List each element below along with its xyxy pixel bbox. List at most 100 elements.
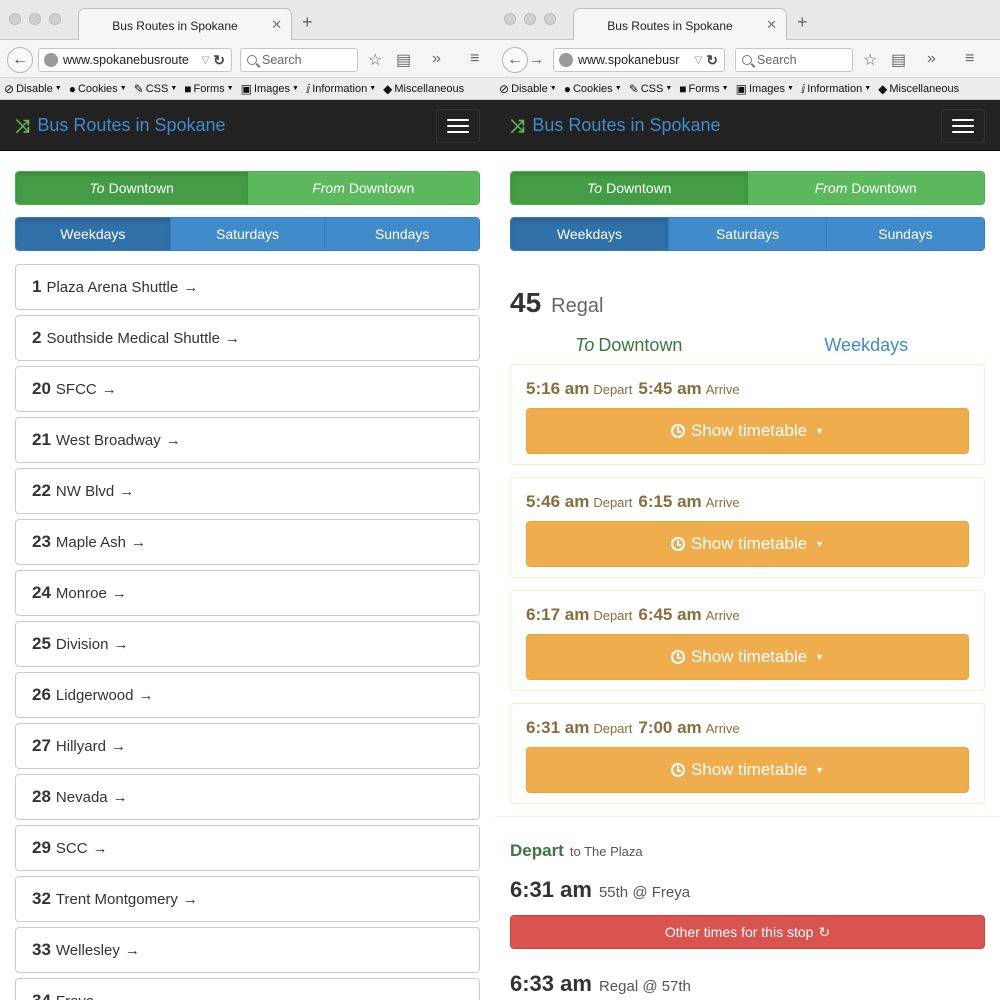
browser-tab[interactable]: Bus Routes in Spokane ✕ bbox=[573, 8, 787, 41]
dev-miscellaneous-menu[interactable]: ◆ Miscellaneous bbox=[383, 82, 464, 96]
menu-icon[interactable]: ≡ bbox=[965, 50, 974, 68]
route-item[interactable]: 33 Wellesley → bbox=[15, 927, 480, 973]
bookmark-star-icon[interactable]: ☆ bbox=[863, 50, 877, 70]
saturdays-button[interactable]: Saturdays bbox=[668, 218, 826, 250]
route-item[interactable]: 24 Monroe → bbox=[15, 570, 480, 616]
minimize-window-button[interactable] bbox=[524, 13, 536, 25]
brand-link[interactable]: ⤨ Bus Routes in Spokane bbox=[510, 115, 721, 136]
menu-icon[interactable]: ≡ bbox=[470, 50, 479, 68]
direction-prefix: From bbox=[312, 180, 345, 196]
day-toggle: Weekdays Saturdays Sundays bbox=[15, 217, 480, 251]
reading-list-icon[interactable]: ▤ bbox=[396, 50, 411, 70]
minimize-window-button[interactable] bbox=[29, 13, 41, 25]
overflow-chevron-icon[interactable]: » bbox=[927, 50, 936, 68]
sundays-button[interactable]: Sundays bbox=[324, 218, 479, 250]
url-bar[interactable]: www.spokanebusr ▽ ↻ bbox=[553, 48, 725, 72]
route-item[interactable]: 34 Freya → bbox=[15, 978, 480, 1000]
arrive-time: 5:45 am bbox=[638, 379, 702, 398]
route-item[interactable]: 23 Maple Ash → bbox=[15, 519, 480, 565]
depart-label: Depart bbox=[593, 721, 633, 736]
url-text: www.spokanebusr bbox=[578, 53, 680, 67]
bookmark-star-icon[interactable]: ☆ bbox=[368, 50, 382, 70]
route-item[interactable]: 28 Nevada → bbox=[15, 774, 480, 820]
dev-information-menu[interactable]: ⅈ Information ▼ bbox=[306, 82, 376, 96]
dev-miscellaneous-menu[interactable]: ◆ Miscellaneous bbox=[878, 82, 959, 96]
dev-images-menu[interactable]: ▣ Images ▼ bbox=[241, 82, 299, 96]
dev-information-menu[interactable]: ⅈ Information ▼ bbox=[801, 82, 871, 96]
saturdays-button[interactable]: Saturdays bbox=[169, 218, 325, 250]
page-content: To Downtown From Downtown Weekdays Saturda… bbox=[495, 171, 1000, 997]
new-tab-button[interactable]: + bbox=[797, 13, 808, 31]
nav-toolbar: ← www.spokanebusroute ▽ ↻ Search ☆ ▤ » ≡ bbox=[0, 40, 495, 78]
arrow-right-icon: → bbox=[113, 635, 129, 653]
tab-close-icon[interactable]: ✕ bbox=[271, 17, 282, 33]
from-downtown-button[interactable]: From Downtown bbox=[747, 172, 984, 204]
dev-label: Disable bbox=[511, 82, 548, 95]
tab-close-icon[interactable]: ✕ bbox=[766, 17, 777, 33]
search-input[interactable]: Search bbox=[735, 48, 853, 72]
show-timetable-button[interactable]: Show timetable ▼ bbox=[526, 747, 969, 793]
dev-cookies-menu[interactable]: ● Cookies ▼ bbox=[564, 82, 622, 96]
overflow-chevron-icon[interactable]: » bbox=[432, 50, 441, 68]
new-tab-button[interactable]: + bbox=[302, 13, 313, 31]
sundays-button[interactable]: Sundays bbox=[826, 218, 984, 250]
show-timetable-button[interactable]: Show timetable ▼ bbox=[526, 408, 969, 454]
stop-time: 6:31 am bbox=[510, 877, 592, 902]
dev-css-menu[interactable]: ✎ CSS ▼ bbox=[629, 82, 673, 96]
back-button[interactable]: ← bbox=[502, 47, 528, 73]
route-item[interactable]: 21 West Broadway → bbox=[15, 417, 480, 463]
url-dropdown-icon[interactable]: ▽ bbox=[695, 55, 703, 66]
navbar-toggle-button[interactable] bbox=[941, 109, 985, 143]
close-window-button[interactable] bbox=[9, 13, 21, 25]
zoom-window-button[interactable] bbox=[544, 13, 556, 25]
forward-arrow-icon[interactable]: → bbox=[529, 51, 544, 68]
globe-icon bbox=[559, 53, 573, 67]
search-input[interactable]: Search bbox=[240, 48, 358, 72]
brand-link[interactable]: ⤨ Bus Routes in Spokane bbox=[15, 115, 226, 136]
weekdays-button[interactable]: Weekdays bbox=[511, 218, 668, 250]
route-item[interactable]: 27 Hillyard → bbox=[15, 723, 480, 769]
url-text: www.spokanebusroute bbox=[63, 53, 189, 67]
route-item[interactable]: 22 NW Blvd → bbox=[15, 468, 480, 514]
direction-prefix: To bbox=[89, 180, 105, 196]
reload-icon[interactable]: ↻ bbox=[213, 52, 225, 69]
dev-images-menu[interactable]: ▣ Images ▼ bbox=[736, 82, 794, 96]
show-timetable-button[interactable]: Show timetable ▼ bbox=[526, 634, 969, 680]
browser-tab[interactable]: Bus Routes in Spokane ✕ bbox=[78, 8, 292, 41]
route-item[interactable]: 29 SCC → bbox=[15, 825, 480, 871]
zoom-window-button[interactable] bbox=[49, 13, 61, 25]
route-item[interactable]: 2 Southside Medical Shuttle → bbox=[15, 315, 480, 361]
other-times-button[interactable]: Other times for this stop ↻ bbox=[510, 915, 985, 949]
route-item[interactable]: 20 SFCC → bbox=[15, 366, 480, 412]
show-timetable-button[interactable]: Show timetable ▼ bbox=[526, 521, 969, 567]
from-downtown-button[interactable]: From Downtown bbox=[247, 172, 479, 204]
arrive-label: Arrive bbox=[705, 608, 740, 623]
dev-css-menu[interactable]: ✎ CSS ▼ bbox=[134, 82, 178, 96]
depart-title: Depart bbox=[510, 841, 564, 860]
reading-list-icon[interactable]: ▤ bbox=[891, 50, 906, 70]
reload-icon[interactable]: ↻ bbox=[706, 52, 718, 69]
route-item-number: 32 bbox=[32, 889, 51, 908]
route-item[interactable]: 26 Lidgerwood → bbox=[15, 672, 480, 718]
dev-cookies-menu[interactable]: ● Cookies ▼ bbox=[69, 82, 127, 96]
weekdays-button[interactable]: Weekdays bbox=[16, 218, 170, 250]
route-item[interactable]: 1 Plaza Arena Shuttle → bbox=[15, 264, 480, 310]
trip-card: 5:46 am Depart 6:15 am Arrive Show timetable… bbox=[510, 477, 985, 578]
direction-suffix: Downtown bbox=[851, 180, 917, 196]
to-downtown-button[interactable]: To Downtown bbox=[511, 172, 748, 204]
url-bar[interactable]: www.spokanebusroute ▽ ↻ bbox=[38, 48, 232, 72]
back-button[interactable]: ← bbox=[7, 47, 33, 73]
dev-forms-menu[interactable]: ■ Forms ▼ bbox=[679, 82, 728, 96]
route-item[interactable]: 32 Trent Montgomery → bbox=[15, 876, 480, 922]
url-dropdown-icon[interactable]: ▽ bbox=[202, 55, 210, 66]
close-window-button[interactable] bbox=[504, 13, 516, 25]
navbar-toggle-button[interactable] bbox=[436, 109, 480, 143]
dev-disable-menu[interactable]: ⊘ Disable ▼ bbox=[4, 82, 62, 96]
to-downtown-button[interactable]: To Downtown bbox=[16, 172, 248, 204]
dev-label: Miscellaneous bbox=[394, 82, 465, 95]
route-item[interactable]: 25 Division → bbox=[15, 621, 480, 667]
dev-disable-menu[interactable]: ⊘ Disable ▼ bbox=[499, 82, 557, 96]
direction-suffix: Downtown bbox=[598, 335, 683, 355]
dev-forms-menu[interactable]: ■ Forms ▼ bbox=[184, 82, 233, 96]
images-icon: ▣ bbox=[240, 81, 252, 96]
